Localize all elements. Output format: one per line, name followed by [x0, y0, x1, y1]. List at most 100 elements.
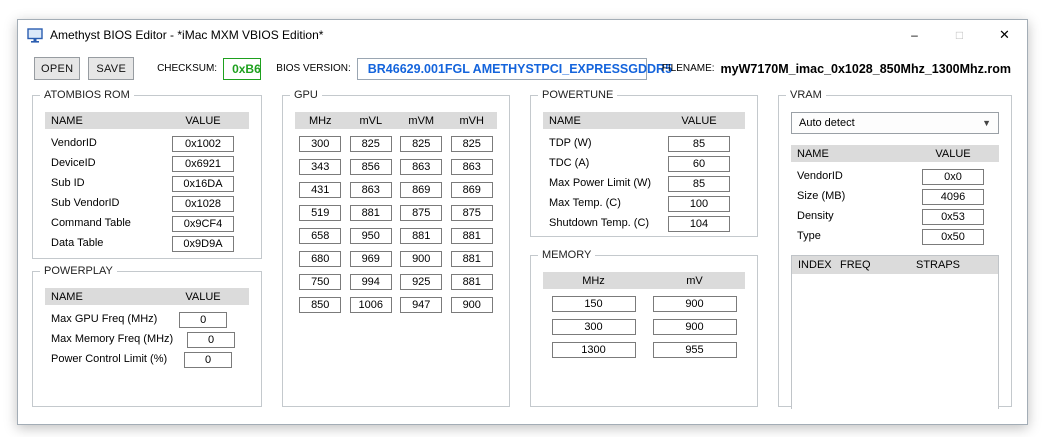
memory-mv-input[interactable] — [652, 296, 737, 312]
gpu-mvl-input[interactable] — [349, 297, 392, 313]
gpu-mvh-input[interactable] — [450, 297, 493, 313]
group-title-powerplay: POWERPLAY — [40, 265, 117, 277]
gpu-mvm-input[interactable] — [400, 274, 443, 290]
row-label: Max Power Limit (W) — [549, 177, 652, 189]
vram-density-input[interactable] — [922, 209, 984, 225]
gpu-mvh-input[interactable] — [450, 228, 493, 244]
gpu-mvm-input[interactable] — [400, 136, 443, 152]
gpu-mhz-input[interactable] — [299, 159, 342, 175]
memory-mv-input[interactable] — [652, 319, 737, 335]
table-row: Type — [791, 226, 999, 246]
vendor-id-input[interactable] — [172, 136, 234, 152]
header-straps: STRAPS — [916, 259, 961, 271]
gpu-mvh-input[interactable] — [450, 251, 493, 267]
max-memory-freq-input[interactable] — [187, 332, 236, 348]
tdc-input[interactable] — [668, 156, 730, 172]
gpu-mvl-input[interactable] — [349, 159, 392, 175]
powerplay-table-header: NAME VALUE — [45, 288, 249, 305]
gpu-mvl-input[interactable] — [349, 136, 392, 152]
row-label: Shutdown Temp. (C) — [549, 217, 650, 229]
table-row: Density — [791, 206, 999, 226]
gpu-mhz-input[interactable] — [299, 136, 342, 152]
gpu-mvl-input[interactable] — [349, 205, 392, 221]
table-row: Max GPU Freq (MHz) — [45, 309, 249, 329]
memory-mhz-input[interactable] — [551, 319, 636, 335]
max-temp-input[interactable] — [668, 196, 730, 212]
vram-type-input[interactable] — [922, 229, 984, 245]
vram-straps-list[interactable]: INDEX FREQ STRAPS — [791, 255, 999, 409]
table-row: Power Control Limit (%) — [45, 349, 249, 369]
header-mhz: MHz — [308, 114, 332, 127]
bios-version-label: BIOS VERSION: — [276, 63, 351, 74]
memory-mhz-input[interactable] — [551, 296, 636, 312]
max-gpu-freq-input[interactable] — [179, 312, 228, 328]
gpu-table-row — [295, 136, 497, 152]
command-table-input[interactable] — [172, 216, 234, 232]
app-icon — [27, 27, 43, 43]
memory-table-row — [543, 319, 745, 335]
device-id-input[interactable] — [172, 156, 234, 172]
gpu-table-row — [295, 251, 497, 267]
gpu-table-row — [295, 228, 497, 244]
group-gpu: GPU MHz mVL mVM mVH — [282, 89, 510, 407]
max-power-limit-input[interactable] — [668, 176, 730, 192]
shutdown-temp-input[interactable] — [668, 216, 730, 232]
gpu-mvm-input[interactable] — [400, 159, 443, 175]
gpu-mvm-input[interactable] — [400, 251, 443, 267]
vram-size-input[interactable] — [922, 189, 984, 205]
gpu-mvh-input[interactable] — [450, 159, 493, 175]
gpu-mvh-input[interactable] — [450, 182, 493, 198]
column-vram: VRAM Auto detect ▼ NAME VALUE VendorID S… — [778, 89, 1012, 409]
gpu-table-row — [295, 297, 497, 313]
memory-mv-input[interactable] — [652, 342, 737, 358]
gpu-mhz-input[interactable] — [299, 228, 342, 244]
gpu-mvh-input[interactable] — [450, 205, 493, 221]
gpu-mvm-input[interactable] — [400, 205, 443, 221]
atombios-table-header: NAME VALUE — [45, 112, 249, 129]
gpu-mhz-input[interactable] — [299, 274, 342, 290]
power-control-limit-input[interactable] — [184, 352, 233, 368]
vram-mode-select[interactable]: Auto detect ▼ — [791, 112, 999, 134]
titlebar: Amethyst BIOS Editor - *iMac MXM VBIOS E… — [18, 20, 1027, 50]
gpu-mvm-input[interactable] — [400, 297, 443, 313]
vram-vendor-id-input[interactable] — [922, 169, 984, 185]
row-label: Power Control Limit (%) — [51, 353, 168, 365]
gpu-table-row — [295, 182, 497, 198]
column-powertune-memory: POWERTUNE NAME VALUE TDP (W) TDC (A) Max… — [530, 89, 758, 407]
gpu-mvm-input[interactable] — [400, 182, 443, 198]
group-powerplay: POWERPLAY NAME VALUE Max GPU Freq (MHz) … — [32, 265, 262, 407]
open-button[interactable]: OPEN — [34, 57, 81, 80]
row-label: DeviceID — [51, 157, 96, 169]
close-button[interactable]: ✕ — [982, 20, 1027, 50]
minimize-button[interactable]: – — [892, 20, 937, 50]
row-label: Data Table — [51, 237, 104, 249]
group-title-gpu: GPU — [290, 89, 322, 101]
gpu-mvh-input[interactable] — [450, 136, 493, 152]
gpu-mhz-input[interactable] — [299, 205, 342, 221]
row-label: Type — [797, 230, 821, 242]
gpu-mhz-input[interactable] — [299, 297, 342, 313]
sub-id-input[interactable] — [172, 176, 234, 192]
chevron-down-icon: ▼ — [982, 118, 991, 128]
save-button[interactable]: SAVE — [88, 57, 135, 80]
toolbar: OPEN SAVE CHECKSUM: 0xB6 BIOS VERSION: B… — [18, 50, 1027, 89]
gpu-mhz-input[interactable] — [299, 251, 342, 267]
gpu-mvm-input[interactable] — [400, 228, 443, 244]
gpu-mvl-input[interactable] — [349, 228, 392, 244]
gpu-mvl-input[interactable] — [349, 182, 392, 198]
memory-mhz-input[interactable] — [551, 342, 636, 358]
gpu-mvl-input[interactable] — [349, 274, 392, 290]
table-row: Max Memory Freq (MHz) — [45, 329, 249, 349]
column-gpu: GPU MHz mVL mVM mVH — [282, 89, 510, 407]
sub-vendor-id-input[interactable] — [172, 196, 234, 212]
header-name: NAME — [51, 290, 83, 303]
app-window: Amethyst BIOS Editor - *iMac MXM VBIOS E… — [17, 19, 1028, 425]
gpu-mvh-input[interactable] — [450, 274, 493, 290]
gpu-mhz-input[interactable] — [299, 182, 342, 198]
tdp-input[interactable] — [668, 136, 730, 152]
gpu-mvl-input[interactable] — [349, 251, 392, 267]
data-table-input[interactable] — [172, 236, 234, 252]
vram-table-header: NAME VALUE — [791, 145, 999, 162]
row-label: Sub VendorID — [51, 197, 120, 209]
row-label: VendorID — [51, 137, 97, 149]
